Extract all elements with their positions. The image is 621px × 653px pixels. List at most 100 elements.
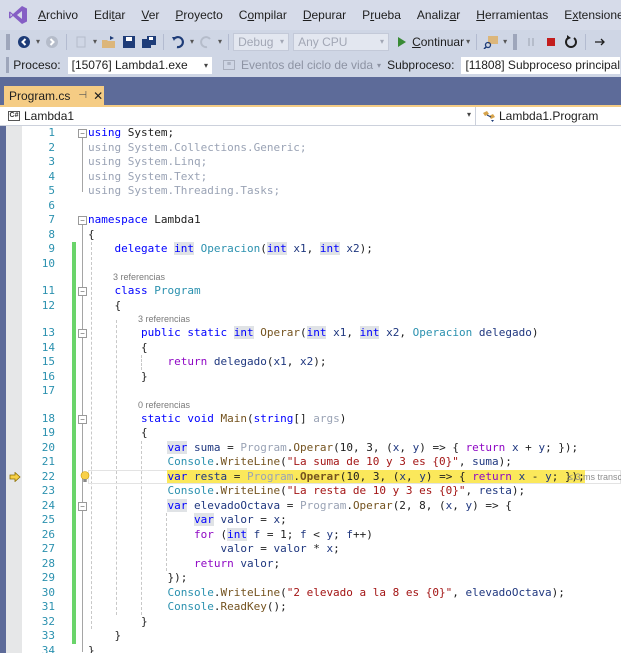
code-line[interactable]: 20 var suma = Program.Operar(10, 3, (x, … [22,440,621,456]
toolbar-grip[interactable] [6,57,10,73]
forward-button[interactable] [43,33,61,51]
code-line[interactable]: 30 Console.WriteLine("2 elevado a la 8 e… [22,586,621,601]
code-token: Program [299,498,347,512]
menu-herramientas[interactable]: Herramientas [476,8,548,22]
back-dropdown[interactable]: ▾ [36,37,40,46]
toolbar-grip[interactable] [513,33,518,50]
redo-button[interactable] [197,33,215,51]
redo-dropdown[interactable]: ▾ [218,37,222,46]
break-all-button[interactable] [522,33,540,51]
code-line[interactable]: 5 using System.Threading.Tasks; [22,184,621,199]
new-item-dropdown[interactable]: ▾ [93,37,97,46]
back-button[interactable] [15,33,33,51]
code-text: using System.Linq; [88,155,207,170]
restart-button[interactable] [562,33,580,51]
code-line[interactable]: 1 using System; [22,126,621,141]
stop-debugging-button[interactable] [542,33,560,51]
undo-button[interactable] [169,33,187,51]
menu-depurar[interactable]: Depurar [303,8,346,22]
code-line[interactable]: 18 static void Main(string[] args) [22,412,621,427]
code-line[interactable]: 8{ [22,228,621,243]
menu-archivo[interactable]: Archivo [38,8,78,22]
tab-program-cs[interactable]: Program.cs ⊣ ✕ [4,86,104,105]
code-token: = [253,513,274,526]
thread-select[interactable]: [11808] Subproceso principal [460,55,621,75]
menu-proyecto[interactable]: Proyecto [175,8,222,22]
lightbulb-icon[interactable] [80,470,90,483]
code-token: ; [280,513,287,526]
code-line[interactable]: 13 public static int Operar(int x1, int … [22,326,621,341]
solution-configuration-select[interactable]: Debug ▾ [233,32,290,51]
code-line[interactable]: 27 valor = valor * x; [22,542,621,557]
code-line[interactable]: 9 delegate int Operacion(int x1, int x2)… [22,242,621,257]
code-line[interactable]: 28 return valor; [22,557,621,572]
indicator-margin[interactable] [6,126,22,653]
pin-icon[interactable]: ⊣ [78,90,87,101]
menu-analizar[interactable]: Analizar [417,8,460,22]
code-line[interactable]: 29 }); [22,571,621,586]
type-dropdown[interactable]: Lambda1.Program [476,107,621,125]
code-editor[interactable]: 3 referencias 3 referencias 0 referencias −… [0,126,621,653]
undo-dropdown[interactable]: ▾ [190,37,194,46]
execution-pointer-icon[interactable] [9,471,21,482]
toolbar-grip[interactable] [6,33,10,50]
code-line[interactable]: 31 Console.ReadKey(); [22,600,621,615]
codelens-references[interactable]: 3 referencias [138,314,190,324]
code-line[interactable]: 34} [22,644,621,653]
code-line[interactable]: 23 Console.WriteLine("La resta de 10 y 3… [22,484,621,499]
code-line[interactable]: 6 [22,199,621,214]
code-token: Operar [352,498,393,512]
code-line[interactable]: 17 [22,384,621,399]
code-line[interactable]: 22 var resta = Program.Operar(10, 3, (x,… [22,469,621,485]
new-item-button[interactable] [72,33,90,51]
solution-platform-select[interactable]: Any CPU ▾ [293,32,390,51]
code-line[interactable]: 3 using System.Linq; [22,155,621,170]
code-line[interactable]: 4 using System.Text; [22,170,621,185]
code-line[interactable]: 19 { [22,426,621,441]
close-icon[interactable]: ✕ [93,89,103,103]
open-button[interactable] [100,33,118,51]
code-line[interactable]: 33 } [22,629,621,644]
csharp-project-icon: C# [8,111,20,121]
code-text: { [88,299,121,314]
code-text: return valor; [88,557,280,572]
code-line[interactable]: 24 var elevadoOctava = Program.Operar(2,… [22,498,621,514]
code-text: static void Main(string[] args) [88,412,346,427]
code-line[interactable]: 15 return delegado(x1, x2); [22,355,621,370]
show-next-statement-button[interactable] [591,33,609,51]
code-area[interactable]: 3 referencias 3 referencias 0 referencias −… [22,126,621,653]
code-line[interactable]: 14 { [22,341,621,356]
code-line[interactable]: 25 var valor = x; [22,513,621,528]
code-line[interactable]: 32 } [22,615,621,630]
code-line[interactable]: 7 namespace Lambda1 [22,213,621,228]
lifecycle-events-button[interactable]: ≡ Eventos del ciclo de vida ▾ [222,58,381,72]
menu-extensiones[interactable]: Extensiones [564,8,621,22]
menu-compilar[interactable]: Compilar [239,8,287,22]
code-line[interactable]: 11 class Program [22,284,621,299]
continue-dropdown[interactable]: ▾ [466,37,470,46]
save-all-button[interactable] [140,33,158,51]
process-select[interactable]: [15076] Lambda1.exe ▾ [66,55,213,75]
code-token: valor [220,542,254,555]
code-line[interactable]: 16 } [22,370,621,385]
code-line[interactable]: 2 using System.Collections.Generic; [22,141,621,156]
menu-prueba[interactable]: Prueba [362,8,401,22]
perf-tip[interactable]: ≤ 3 ms transcurridos [568,472,621,482]
find-button[interactable] [482,33,500,51]
codelens-references[interactable]: 0 referencias [138,400,190,410]
line-number: 19 [41,426,55,439]
code-line[interactable]: 12 { [22,299,621,314]
code-token: Program [154,284,201,297]
code-token: y [545,469,552,483]
project-dropdown[interactable]: C# Lambda1 ▾ [0,107,476,125]
toolbar-overflow[interactable]: ▾ [503,37,507,46]
continue-button[interactable]: Continuar ▾ [397,35,472,49]
code-line[interactable]: 26 for (int f = 1; f < y; f++) [22,527,621,543]
code-line[interactable]: 10 [22,257,621,272]
menu-editar[interactable]: Editar [94,8,125,22]
menu-ver[interactable]: Ver [141,8,159,22]
save-button[interactable] [120,33,138,51]
code-line[interactable]: 21 Console.WriteLine("La suma de 10 y 3 … [22,455,621,470]
codelens-references[interactable]: 3 referencias [113,272,165,282]
